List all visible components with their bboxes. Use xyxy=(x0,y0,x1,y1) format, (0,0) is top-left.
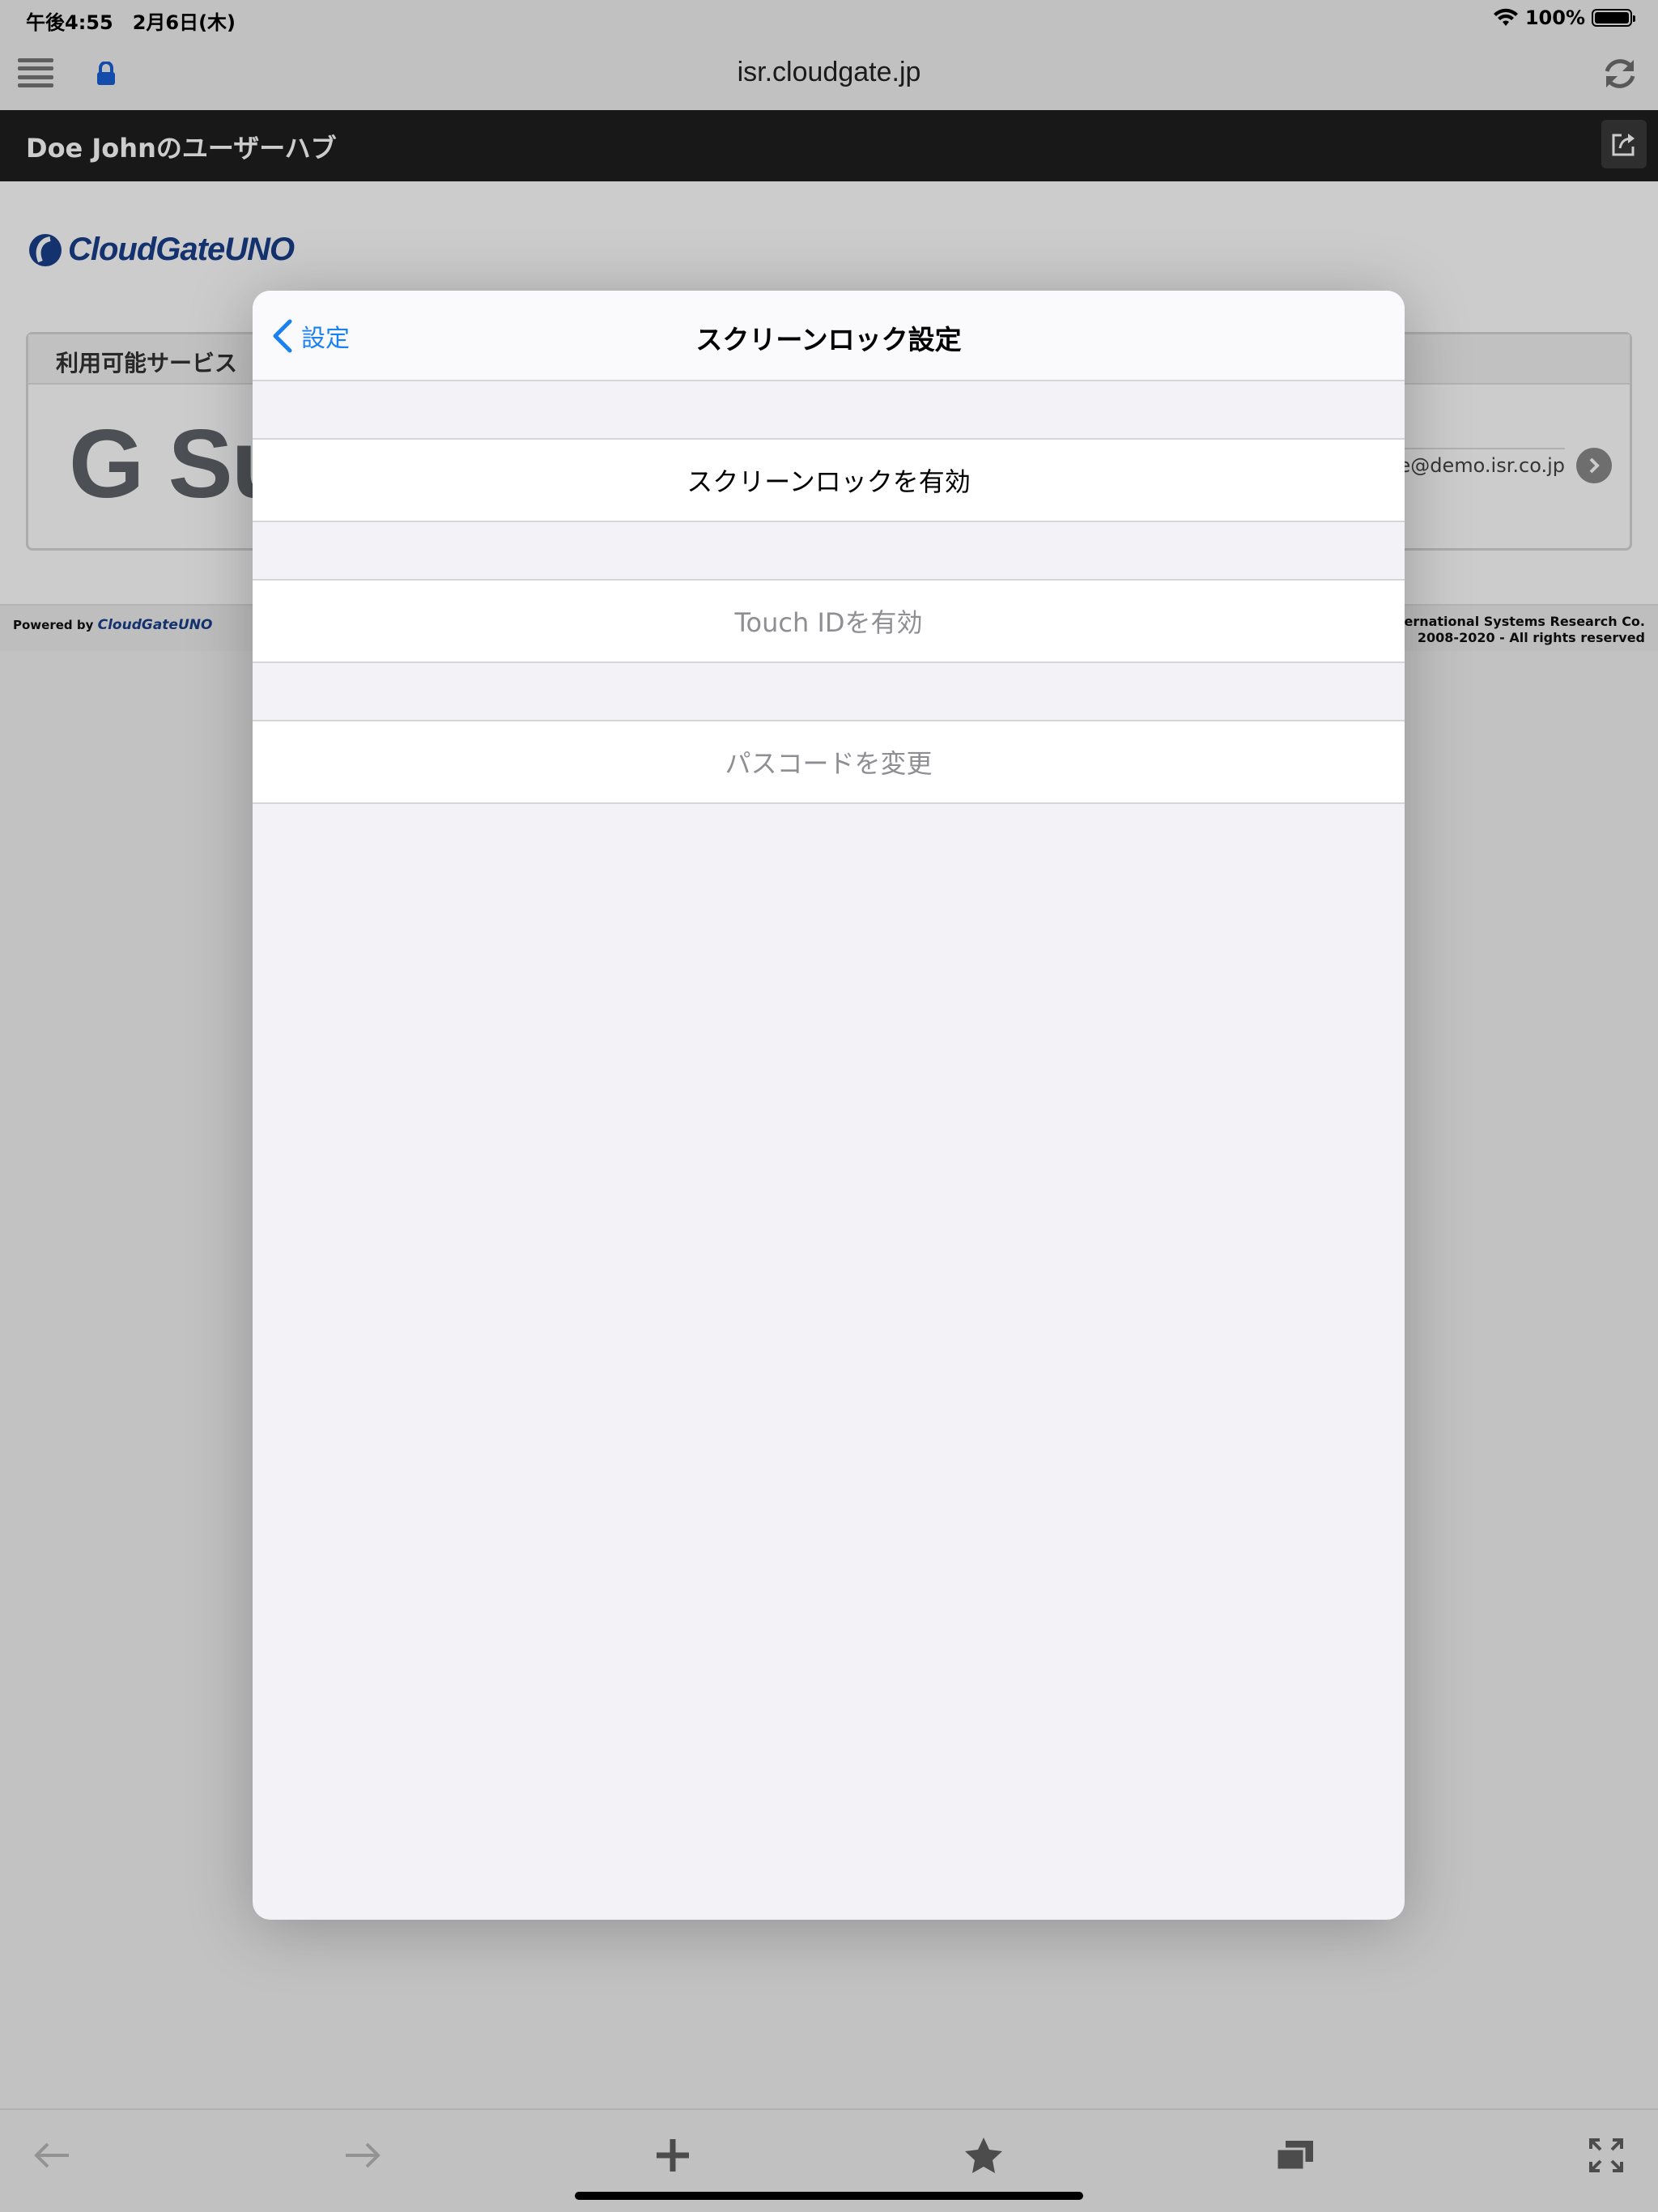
modal-title: スクリーンロック設定 xyxy=(695,324,962,355)
modal-nav-bar: 設定 スクリーンロック設定 xyxy=(253,291,1405,381)
change-passcode-label: パスコードを変更 xyxy=(725,748,933,779)
screen-lock-settings-modal: 設定 スクリーンロック設定 スクリーンロックを有効 Touch IDを有効 パス… xyxy=(253,291,1405,1920)
enable-touch-id-row[interactable]: Touch IDを有効 xyxy=(253,579,1405,663)
enable-screen-lock-row[interactable]: スクリーンロックを有効 xyxy=(253,438,1405,522)
enable-screen-lock-label: スクリーンロックを有効 xyxy=(687,466,971,497)
home-indicator[interactable] xyxy=(575,2192,1083,2200)
change-passcode-row[interactable]: パスコードを変更 xyxy=(253,720,1405,804)
enable-touch-id-label: Touch IDを有効 xyxy=(734,607,923,638)
